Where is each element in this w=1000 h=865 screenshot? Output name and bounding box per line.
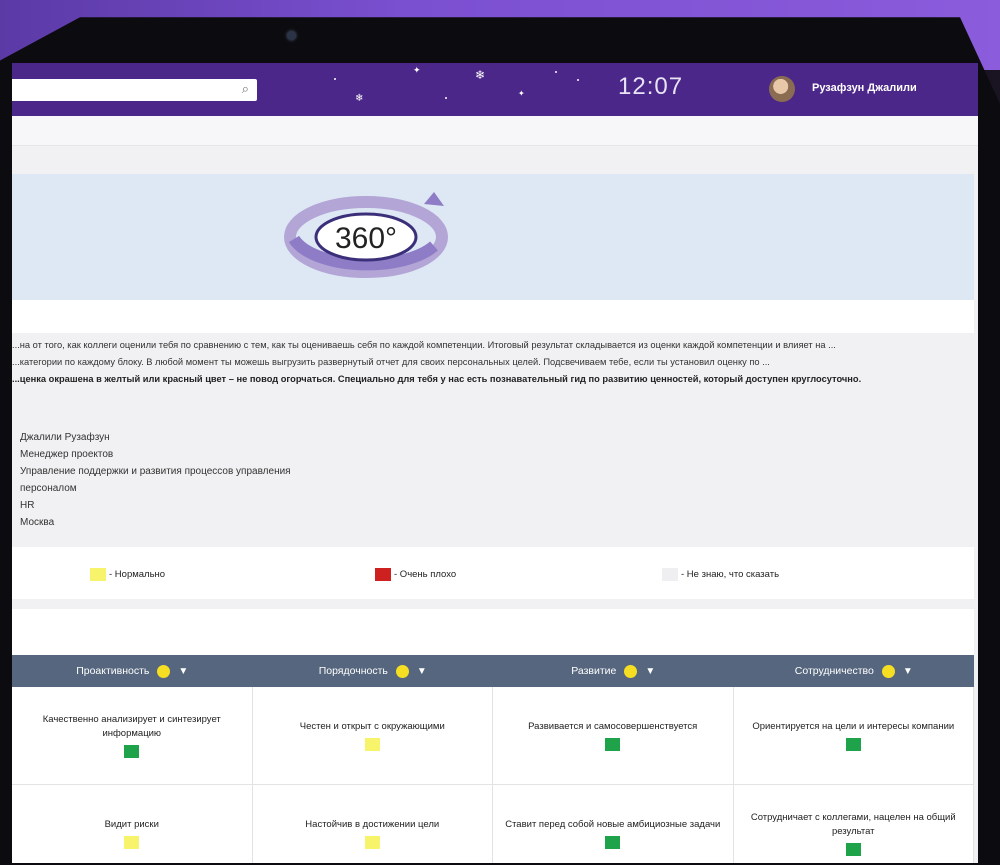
user-name[interactable]: Рузафзун Джалили [812, 82, 917, 94]
table-row: Видит риски Настойчив в достижении цели … [12, 785, 974, 863]
hero-banner: 360° [12, 174, 974, 300]
competency-text: Ориентируется на цели и интересы компани… [752, 721, 955, 732]
legend-swatch [90, 568, 106, 581]
divider-band [12, 300, 974, 333]
rating-mark [605, 738, 621, 751]
rating-mark [845, 738, 861, 751]
column-header[interactable]: Проактивность ▼ [12, 655, 253, 687]
snow-dot [555, 71, 557, 73]
status-dot-icon [881, 664, 895, 678]
filter-icon[interactable]: ▼ [645, 666, 655, 677]
competency-cell[interactable]: Видит риски [12, 785, 253, 863]
snow-dot [334, 78, 336, 80]
competency-text: Ставит перед собой новые амбициозные зад… [505, 819, 721, 830]
column-header[interactable]: Развитие ▼ [493, 655, 734, 687]
column-title: Проактивность [76, 665, 150, 677]
avatar[interactable] [769, 76, 795, 102]
camera-icon [287, 31, 296, 40]
employee-name: Джалили Рузафзун [20, 432, 110, 443]
employee-info: Джалили Рузафзун Менеджер проектов Управ… [20, 429, 291, 531]
competency-cell[interactable]: Ставит перед собой новые амбициозные зад… [493, 785, 734, 863]
status-dot-icon [624, 664, 638, 678]
search-input[interactable]: ⌕ [12, 79, 257, 101]
competency-text: Сотрудничает с коллегами, нацелен на общ… [750, 812, 956, 837]
search-icon[interactable]: ⌕ [242, 81, 249, 97]
description-text: ...на от того, как коллеги оценили тебя … [12, 337, 978, 388]
employee-department: персоналом [20, 483, 77, 494]
rating-mark [845, 843, 861, 856]
app-screen: ⌕ ❄ ❄ ✦ ✦ 12:07 Рузафзун Джалили 360° ..… [12, 63, 978, 863]
competency-text: Видит риски [104, 819, 159, 830]
table-row: Качественно анализирует и синтезирует ин… [12, 687, 974, 785]
column-header[interactable]: Порядочность ▼ [253, 655, 494, 687]
filter-icon[interactable]: ▼ [178, 666, 188, 677]
legend-label: - Нормально [109, 569, 166, 580]
competency-text: Качественно анализирует и синтезирует ин… [42, 714, 221, 739]
table-header: Проактивность ▼ Порядочность ▼ Развитие … [12, 655, 974, 687]
rating-mark [364, 738, 380, 751]
column-title: Порядочность [318, 665, 388, 677]
clock: 12:07 [618, 73, 684, 100]
legend: - Нормально - Очень плохо - Не знаю, что… [12, 547, 974, 599]
snow-dot [445, 97, 447, 99]
360-logo-icon: 360° [284, 192, 448, 278]
legend-swatch [662, 568, 678, 581]
snow-dot [577, 79, 579, 81]
description-line: ...ценка окрашена в желтый или красный ц… [12, 374, 862, 384]
logo-text: 360° [335, 222, 397, 255]
employee-unit: HR [20, 500, 35, 511]
filter-icon[interactable]: ▼ [903, 666, 913, 677]
section-band [12, 609, 974, 655]
competency-table: Проактивность ▼ Порядочность ▼ Развитие … [12, 655, 974, 863]
employee-department: Управление поддержки и развития процессо… [20, 466, 291, 477]
competency-cell[interactable]: Ориентируется на цели и интересы компани… [734, 687, 974, 784]
status-dot-icon [157, 664, 171, 678]
description-line: ...на от того, как коллеги оценили тебя … [12, 340, 836, 350]
snowflake-icon: ❄ [355, 93, 364, 104]
description-line: ...категории по каждому блоку. В любой м… [12, 357, 770, 367]
snowflake-icon: ✦ [518, 89, 525, 98]
rating-mark [364, 836, 380, 849]
snowflake-icon: ❄ [475, 68, 486, 82]
column-title: Сотрудничество [794, 665, 874, 677]
rating-mark [124, 836, 140, 849]
competency-text: Честен и открыт с окружающими [299, 721, 445, 732]
legend-item: - Нормально [90, 568, 165, 581]
employee-position: Менеджер проектов [20, 449, 114, 460]
competency-cell[interactable]: Качественно анализирует и синтезирует ин… [12, 687, 253, 784]
competency-cell[interactable]: Настойчив в достижении цели [253, 785, 493, 863]
rating-mark [605, 836, 621, 849]
employee-city: Москва [20, 517, 55, 528]
legend-label: - Не знаю, что сказать [681, 569, 780, 580]
status-dot-icon [395, 664, 409, 678]
legend-swatch [375, 568, 391, 581]
competency-cell[interactable]: Честен и открыт с окружающими [253, 687, 493, 784]
competency-cell[interactable]: Сотрудничает с коллегами, нацелен на общ… [734, 785, 974, 863]
snowflake-icon: ✦ [413, 65, 421, 75]
legend-label: - Очень плохо [394, 569, 457, 580]
sub-header [12, 116, 978, 146]
rating-mark [124, 745, 140, 758]
column-title: Развитие [571, 665, 617, 677]
legend-item: - Очень плохо [375, 568, 456, 581]
filter-icon[interactable]: ▼ [417, 666, 427, 677]
legend-item: - Не знаю, что сказать [662, 568, 779, 581]
column-header[interactable]: Сотрудничество ▼ [734, 655, 975, 687]
competency-text: Развивается и самосовершенствуется [528, 721, 698, 732]
competency-cell[interactable]: Развивается и самосовершенствуется [493, 687, 734, 784]
competency-text: Настойчив в достижении цели [305, 819, 440, 830]
top-bar: ⌕ ❄ ❄ ✦ ✦ 12:07 Рузафзун Джалили [12, 63, 978, 116]
